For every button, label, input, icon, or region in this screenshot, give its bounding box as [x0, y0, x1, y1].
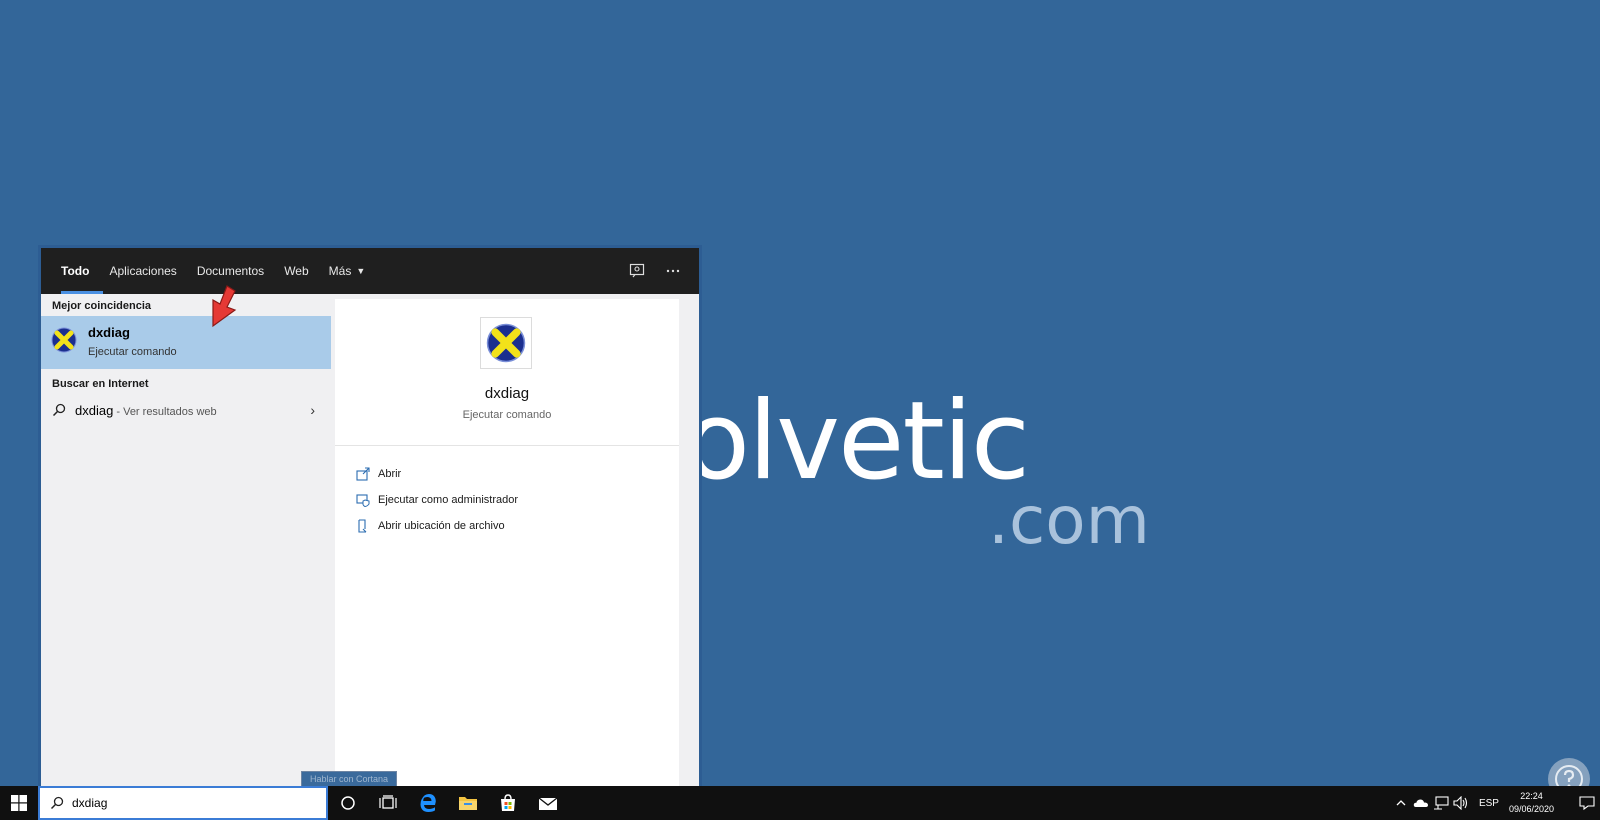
network-icon[interactable] — [1431, 786, 1451, 820]
directx-icon — [486, 323, 526, 363]
cortana-icon[interactable] — [328, 786, 368, 820]
header-icons — [627, 261, 699, 281]
search-icon — [50, 796, 64, 810]
tab-web[interactable]: Web — [274, 248, 318, 294]
wallpaper-logo-text: olvetic — [684, 379, 1030, 504]
tab-aplicaciones[interactable]: Aplicaciones — [99, 248, 186, 294]
mail-icon[interactable] — [528, 786, 568, 820]
action-label: Abrir — [378, 468, 402, 480]
clock-date: 09/06/2020 — [1508, 804, 1554, 814]
search-panel: Todo Aplicaciones Documentos Web Más ▼ Me… — [38, 245, 702, 786]
taskbar-search-box[interactable] — [38, 786, 328, 820]
feedback-icon[interactable] — [627, 261, 647, 281]
windows-logo-icon — [11, 795, 27, 811]
chevron-up-icon[interactable] — [1391, 786, 1411, 820]
action-label: Ejecutar como administrador — [378, 494, 519, 506]
input-language[interactable]: ESP — [1479, 798, 1499, 809]
volume-icon[interactable] — [1451, 786, 1471, 820]
notifications-icon[interactable] — [1574, 786, 1600, 820]
caret-down-icon: ▼ — [356, 266, 366, 276]
detail-title: dxdiag — [484, 385, 530, 402]
tab-label: Documentos — [196, 264, 265, 278]
web-search-result[interactable]: dxdiag - Ver resultados web › — [41, 395, 331, 425]
best-match-subtitle: Ejecutar comando — [88, 346, 177, 358]
search-input[interactable] — [72, 796, 292, 810]
action-open-file-location[interactable]: Abrir ubicación de archivo — [355, 516, 505, 536]
tab-label: Web — [284, 264, 309, 278]
run-as-admin-icon — [355, 492, 371, 508]
results-column: Mejor coincidencia dxdiag Ejecutar coman… — [41, 285, 331, 786]
best-match-name: dxdiag — [88, 325, 130, 340]
cortana-tooltip: Hablar con Cortana — [301, 771, 397, 787]
divider — [335, 445, 679, 446]
directx-icon — [51, 327, 77, 358]
web-query-suffix: - Ver resultados web — [113, 406, 217, 418]
tab-label: Más — [328, 264, 352, 278]
edge-icon[interactable] — [408, 786, 448, 820]
taskbar: ESP 22:24 09/06/2020 — [0, 786, 1600, 820]
search-panel-header: Todo Aplicaciones Documentos Web Más ▼ — [41, 248, 699, 294]
file-explorer-icon[interactable] — [448, 786, 488, 820]
task-view-icon[interactable] — [368, 786, 408, 820]
tab-mas[interactable]: Más ▼ — [319, 248, 376, 294]
store-icon[interactable] — [488, 786, 528, 820]
annotation-arrow-icon — [212, 285, 237, 328]
action-open[interactable]: Abrir — [355, 464, 401, 484]
detail-app-icon — [480, 317, 532, 369]
system-tray: ESP 22:24 09/06/2020 — [1391, 786, 1600, 820]
wallpaper-dotcom-text: .com — [988, 482, 1150, 559]
action-run-as-admin[interactable]: Ejecutar como administrador — [355, 490, 518, 510]
best-match-result[interactable]: dxdiag Ejecutar comando — [41, 316, 331, 369]
web-query: dxdiag — [75, 403, 114, 418]
start-button[interactable] — [0, 786, 38, 820]
detail-pane: dxdiag Ejecutar comando Abrir Ejecutar c… — [335, 299, 679, 786]
clock-time: 22:24 — [1520, 791, 1543, 801]
tab-label: Todo — [61, 264, 90, 278]
search-icon — [52, 403, 66, 422]
chevron-right-icon: › — [310, 402, 315, 418]
best-match-heading: Mejor coincidencia — [52, 300, 152, 312]
tab-todo[interactable]: Todo — [51, 248, 104, 294]
clock[interactable]: 22:24 09/06/2020 — [1509, 790, 1554, 816]
open-icon — [355, 466, 371, 482]
action-label: Abrir ubicación de archivo — [378, 520, 505, 532]
tab-label: Aplicaciones — [109, 264, 177, 278]
file-location-icon — [355, 518, 371, 534]
more-options-icon[interactable] — [663, 261, 683, 281]
onedrive-icon[interactable] — [1411, 786, 1431, 820]
detail-subtitle: Ejecutar comando — [462, 409, 552, 421]
web-search-heading: Buscar en Internet — [52, 378, 149, 390]
